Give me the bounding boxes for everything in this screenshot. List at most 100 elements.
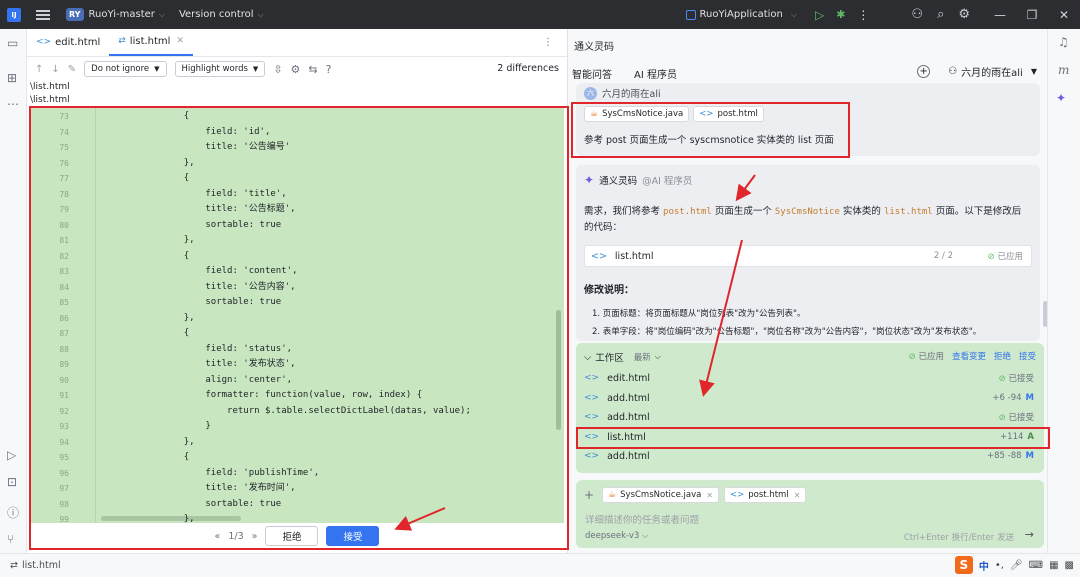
line-text: { (97, 173, 190, 183)
minimize-button[interactable]: — (984, 8, 1016, 22)
tab-edit-html[interactable]: <> edit.html (27, 28, 109, 56)
remove-chip-icon[interactable]: ✕ (794, 491, 801, 500)
vcs-selector[interactable]: Version control (179, 9, 254, 20)
highlight-dropdown[interactable]: Highlight words ▼ (174, 61, 266, 77)
line-text: sortable: true (97, 297, 282, 307)
context-chip-html[interactable]: <> post.html (693, 106, 764, 122)
close-button[interactable]: ✕ (1048, 8, 1080, 22)
notifications-icon[interactable]: ♫ (1058, 35, 1069, 49)
toolbox-icon[interactable]: ▩ (1065, 560, 1074, 571)
code-line: 76 }, (31, 156, 564, 172)
html-file-icon: <> (584, 373, 600, 383)
workspace-header[interactable]: ⌵ 工作区 最新 ⌵ (584, 350, 661, 365)
status-path[interactable]: list.html (22, 560, 61, 571)
remove-chip-icon[interactable]: ✕ (706, 491, 713, 500)
input-placeholder[interactable]: 详细描述你的任务或者问题 (585, 512, 699, 526)
diff-editor: <> edit.html ⇄ list.html ✕ ⋮ ↑ ↓ ✎ Do no… (27, 29, 567, 553)
line-number: 87 (59, 329, 69, 338)
avatar: 六 (584, 86, 597, 100)
ai-assistant-panel: 通义灵码 智能问答 AI 程序员 + ⚇ 六月的雨在ali ▼ 六 六月的雨在a… (567, 29, 1048, 553)
model-selector[interactable]: deepseek-v3 ⌵ (585, 531, 649, 541)
add-context-icon[interactable]: + (584, 488, 594, 502)
restore-button[interactable]: ❐ (1016, 8, 1048, 22)
chevron-down-icon: ⌵ (158, 9, 165, 19)
line-number: 73 (59, 112, 69, 121)
file-name: add.html (607, 450, 650, 462)
code-line: 85 sortable: true (31, 295, 564, 311)
workspace-file-row[interactable]: <> add.html +6 -94 M (576, 388, 1044, 408)
html-file-icon: <> (730, 490, 745, 500)
more-tools-icon[interactable]: ⋯ (7, 97, 19, 111)
context-chip-html[interactable]: <> post.html ✕ (724, 487, 807, 503)
search-icon[interactable]: ⌕ (937, 7, 944, 22)
user-menu-icon[interactable]: ▼ (1031, 67, 1037, 76)
user-name[interactable]: 六月的雨在ali (961, 64, 1023, 79)
code-area[interactable]: 73 {74 field: 'id', 75 title: '公告编号' 76 },… (31, 108, 564, 523)
prev-diff-button[interactable]: « (215, 531, 221, 542)
main-menu-icon[interactable] (36, 9, 50, 20)
new-chat-icon[interactable]: + (917, 65, 931, 78)
line-number: 92 (59, 406, 69, 416)
view-changes-link[interactable]: 查看变更 (952, 350, 986, 362)
next-diff-button[interactable]: » (252, 531, 258, 542)
ime-mode[interactable]: 中 (979, 558, 989, 573)
close-tab-icon[interactable]: ✕ (176, 36, 184, 46)
context-chip-java[interactable]: ☕ SysCmsNotice.java (584, 106, 690, 122)
input-method-bar: S 中 •, 🎤︎ ⌨ ▦ ▩ (954, 556, 1074, 574)
send-icon[interactable]: → (1025, 528, 1034, 541)
accept-all-link[interactable]: 接受 (1019, 350, 1036, 362)
settings-icon[interactable]: ⚙ (958, 7, 970, 22)
tab-label: edit.html (55, 36, 101, 48)
workspace-file-row[interactable]: <> add.html ⊘ 已接受 (576, 407, 1044, 427)
sogou-logo-icon[interactable]: S (954, 556, 973, 574)
edit-source-icon[interactable]: ✎ (68, 64, 76, 75)
punctuation-icon[interactable]: •, (995, 560, 1004, 571)
line-text: sortable: true (97, 498, 282, 509)
tabs-more-icon[interactable]: ⋮ (543, 37, 553, 48)
terminal-icon[interactable]: ⊡ (7, 475, 17, 489)
add-user-icon[interactable]: ⚇ (911, 7, 923, 22)
problems-icon[interactable]: ⓘ (7, 504, 19, 521)
help-icon[interactable]: ? (326, 63, 332, 76)
tab-list-html[interactable]: ⇄ list.html ✕ (109, 28, 193, 56)
code-line: 91 formatter: function(value, row, index… (31, 388, 564, 404)
diff-settings-icon[interactable]: ⚙ (291, 63, 301, 76)
microphone-icon[interactable]: 🎤︎ (1010, 560, 1023, 571)
java-file-icon: ☕ (608, 490, 617, 500)
workspace-file-row[interactable]: <> list.html +114 A (576, 427, 1044, 447)
structure-icon[interactable]: ⊞ (7, 71, 17, 85)
reject-all-link[interactable]: 拒绝 (994, 350, 1011, 362)
skin-icon[interactable]: ▦ (1049, 560, 1058, 571)
code-line: 81 }, (31, 233, 564, 249)
workspace-filter[interactable]: 最新 (634, 351, 651, 363)
services-icon[interactable]: ▷ (7, 448, 16, 462)
ignore-dropdown[interactable]: Do not ignore ▼ (84, 61, 167, 77)
line-number: 74 (59, 127, 69, 137)
run-icon[interactable]: ▷ (815, 8, 824, 22)
sync-scroll-icon[interactable]: ⇆ (308, 63, 317, 76)
debug-icon[interactable]: ✱ (836, 8, 845, 21)
chat-input[interactable]: + ☕ SysCmsNotice.java ✕ <> post.html ✕ 详细描述你… (576, 480, 1044, 548)
user-message-text: 参考 post 页面生成一个 syscmsnotice 实体类的 list 页面 (584, 135, 834, 146)
arrow-up-icon[interactable]: ↑ (35, 64, 43, 75)
file-diff-stat: +114 A (1000, 432, 1034, 442)
keyboard-icon[interactable]: ⌨ (1029, 560, 1043, 571)
project-selector[interactable]: RuoYi-master (89, 9, 155, 20)
workspace-file-row[interactable]: <> add.html +85 -88 M (576, 446, 1044, 466)
accept-button[interactable]: 接受 (326, 526, 380, 546)
file-name: list.html (607, 431, 646, 443)
line-text: title: '公告内容', (97, 281, 296, 292)
maven-icon[interactable]: m (1058, 63, 1069, 77)
arrow-down-icon[interactable]: ↓ (51, 64, 59, 75)
reject-button[interactable]: 拒绝 (265, 526, 319, 546)
html-file-icon: <> (36, 37, 52, 47)
git-icon[interactable]: ⑂ (7, 532, 14, 546)
project-folder-icon[interactable]: ▭ (7, 36, 18, 50)
run-config-selector[interactable]: RuoYiApplication ⌵ (685, 9, 797, 20)
more-icon[interactable]: ⋮ (857, 8, 869, 22)
workspace-file-row[interactable]: <> edit.html ⊘ 已接受 (576, 368, 1044, 388)
collapse-icon[interactable]: ⇳ (273, 63, 282, 76)
tongyi-tool-icon[interactable]: ✦ (1056, 91, 1066, 105)
generated-file[interactable]: <> list.html 2 / 2 ⊘ 已应用 (584, 245, 1032, 267)
context-chip-java[interactable]: ☕ SysCmsNotice.java ✕ (602, 487, 720, 503)
